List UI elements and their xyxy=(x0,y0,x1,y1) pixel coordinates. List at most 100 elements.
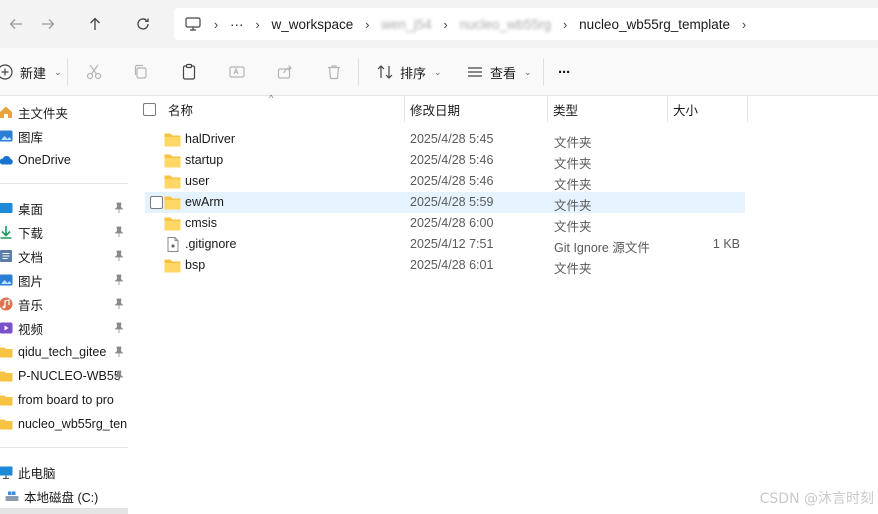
chevron-right-icon[interactable]: › xyxy=(730,17,758,32)
arrow-left-icon xyxy=(9,19,22,29)
sidebar-item-home[interactable]: 主文件夹 xyxy=(0,101,130,123)
file-row[interactable]: user 2025/4/28 5:46 文件夹 xyxy=(145,171,745,192)
breadcrumb-item[interactable]: wen_j54 xyxy=(381,17,431,32)
plus-circle-icon xyxy=(0,64,13,80)
breadcrumb-item[interactable]: nucleo_wb55rg xyxy=(460,17,552,32)
file-row[interactable]: .gitignore 2025/4/12 7:51 Git Ignore 源文件… xyxy=(145,234,745,255)
folder-icon xyxy=(164,259,181,273)
sidebar-item-label: 桌面 xyxy=(18,202,44,217)
sidebar-selection-highlight xyxy=(0,508,128,514)
file-date: 2025/4/28 5:45 xyxy=(410,132,494,146)
sidebar-item-from-board-to-pro[interactable]: from board to pro xyxy=(0,389,130,411)
sidebar-item-qidu-tech-gitee[interactable]: qidu_tech_gitee xyxy=(0,341,130,363)
delete-button[interactable] xyxy=(325,60,343,84)
sidebar-item-desktop[interactable]: 桌面 xyxy=(0,197,130,219)
arrow-right-icon xyxy=(42,19,55,29)
file-date: 2025/4/28 6:01 xyxy=(410,258,494,272)
toolbar-divider xyxy=(67,58,68,86)
sidebar-item-label: nucleo_wb55rg_ten xyxy=(18,417,128,431)
toolbar-divider xyxy=(358,58,359,86)
watermark: CSDN @沐言时刻 xyxy=(759,491,874,507)
sidebar-item-downloads[interactable]: 下载 xyxy=(0,221,130,243)
up-button[interactable] xyxy=(81,10,109,38)
file-name: ewArm xyxy=(185,195,224,209)
pin-icon xyxy=(114,298,124,309)
sidebar-item-gallery[interactable]: 图库 xyxy=(0,125,130,147)
file-type: 文件夹 xyxy=(554,136,592,150)
breadcrumb-overflow[interactable]: ··· xyxy=(230,17,244,32)
rename-button[interactable] xyxy=(228,60,246,84)
sidebar-item-label: OneDrive xyxy=(18,153,71,167)
sort-button[interactable]: 排序 ⌄ xyxy=(376,60,442,84)
refresh-button[interactable] xyxy=(129,10,157,38)
sidebar-item-label: 音乐 xyxy=(18,298,44,313)
file-row[interactable]: cmsis 2025/4/28 6:00 文件夹 xyxy=(145,213,745,234)
chevron-right-icon[interactable]: › xyxy=(244,17,272,32)
chevron-right-icon[interactable]: › xyxy=(432,17,460,32)
forward-button[interactable] xyxy=(34,10,62,38)
folder-icon xyxy=(164,196,181,210)
file-row[interactable]: bsp 2025/4/28 6:01 文件夹 xyxy=(145,255,745,276)
folder-icon xyxy=(164,133,181,147)
sidebar-item-label: 图库 xyxy=(18,130,44,145)
file-type: Git Ignore 源文件 xyxy=(554,241,650,255)
chevron-right-icon[interactable]: › xyxy=(551,17,579,32)
pin-icon xyxy=(114,226,124,237)
row-checkbox[interactable] xyxy=(150,196,163,209)
file-name: user xyxy=(185,174,210,188)
sidebar-item-onedrive[interactable]: OneDrive xyxy=(0,149,130,171)
rename-icon xyxy=(229,66,245,78)
breadcrumb-item[interactable]: w_workspace xyxy=(272,17,354,32)
folder-icon xyxy=(0,417,13,431)
address-bar[interactable]: › ··· › w_workspace › wen_j54 › nucleo_w… xyxy=(174,8,878,40)
arrow-up-icon xyxy=(90,17,100,30)
column-header-size[interactable]: 大小 xyxy=(668,96,746,122)
column-header-name[interactable]: 名称 xyxy=(163,96,403,122)
sidebar-item-label: 文档 xyxy=(18,250,44,265)
file-row[interactable]: halDriver 2025/4/28 5:45 文件夹 xyxy=(145,129,745,150)
sidebar-item-videos[interactable]: 视频 xyxy=(0,317,130,339)
sidebar-item-p-nucleo-wb55[interactable]: P-NUCLEO-WB55 xyxy=(0,365,130,387)
back-button[interactable] xyxy=(2,10,30,38)
chevron-right-icon[interactable]: › xyxy=(202,17,230,32)
folder-icon xyxy=(164,154,181,168)
cut-button[interactable] xyxy=(85,60,103,84)
column-header-type[interactable]: 类型 xyxy=(548,96,666,122)
select-all-checkbox[interactable] xyxy=(143,103,156,116)
more-button[interactable]: ··· xyxy=(558,60,571,84)
monitor-icon xyxy=(184,16,202,32)
sidebar-item-music[interactable]: 音乐 xyxy=(0,293,130,315)
view-button[interactable]: 查看 ⌄ xyxy=(466,60,532,84)
file-name: halDriver xyxy=(185,132,236,146)
sidebar-item-local-disk-c[interactable]: 本地磁盘 (C:) xyxy=(0,485,130,507)
sidebar-item-documents[interactable]: 文档 xyxy=(0,245,130,267)
sidebar-item-this-pc[interactable]: 此电脑 xyxy=(0,461,130,483)
home-icon xyxy=(0,105,13,119)
desktop-icon xyxy=(0,201,13,215)
pin-icon xyxy=(114,274,124,285)
sidebar-item-nucleo-wb55rg-template[interactable]: nucleo_wb55rg_ten xyxy=(0,413,130,435)
copy-button[interactable] xyxy=(132,60,150,84)
view-label: 查看 xyxy=(490,65,517,81)
column-header-date[interactable]: 修改日期 xyxy=(405,96,545,122)
sidebar-item-label: 主文件夹 xyxy=(18,106,69,121)
drive-icon xyxy=(5,489,19,503)
paste-button[interactable] xyxy=(180,60,198,84)
download-icon xyxy=(0,225,13,239)
chevron-down-icon: ⌄ xyxy=(524,66,532,77)
sidebar-item-pictures[interactable]: 图片 xyxy=(0,269,130,291)
chevron-right-icon[interactable]: › xyxy=(353,17,381,32)
pin-icon xyxy=(114,202,124,213)
file-row-hovered[interactable]: ewArm 2025/4/28 5:59 文件夹 xyxy=(145,192,745,213)
share-button[interactable] xyxy=(276,60,294,84)
file-type: 文件夹 xyxy=(554,178,592,192)
pin-icon xyxy=(114,322,124,333)
pin-icon xyxy=(114,370,124,381)
file-row[interactable]: startup 2025/4/28 5:46 文件夹 xyxy=(145,150,745,171)
column-divider[interactable] xyxy=(747,96,748,122)
file-name: cmsis xyxy=(185,216,217,230)
new-button[interactable]: 新建 ⌄ xyxy=(0,60,62,84)
file-size: 1 KB xyxy=(712,237,740,251)
folder-icon xyxy=(164,175,181,189)
breadcrumb-item-current[interactable]: nucleo_wb55rg_template xyxy=(579,17,730,32)
